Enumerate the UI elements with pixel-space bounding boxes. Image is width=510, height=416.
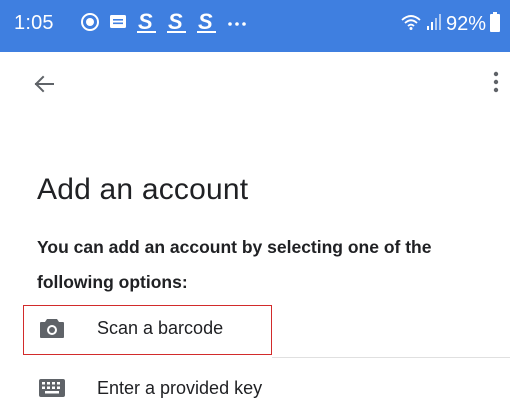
status-bar: 1:05 S S S 92%: [0, 0, 510, 52]
money-icon: S: [136, 9, 158, 39]
arrow-back-icon: [34, 74, 54, 99]
record-icon: [80, 12, 100, 37]
page-description: You can add an account by selecting one …: [37, 237, 432, 292]
enter-key-option[interactable]: Enter a provided key: [0, 366, 510, 416]
more-notifications-icon: [226, 12, 248, 37]
svg-text:S: S: [138, 10, 153, 34]
money-icon: S: [166, 9, 188, 39]
scan-barcode-label: Scan a barcode: [97, 318, 224, 338]
option-divider: [272, 357, 510, 358]
svg-text:S: S: [168, 10, 183, 34]
notification-icons: S S S: [80, 9, 248, 39]
enter-key-label: Enter a provided key: [97, 378, 263, 398]
app-bar: [0, 52, 510, 116]
scan-barcode-option[interactable]: Scan a barcode: [0, 306, 510, 356]
page-title: Add an account: [37, 173, 249, 206]
system-status: 92%: [400, 10, 500, 38]
keyboard-icon: [38, 376, 66, 400]
more-vert-icon: [493, 71, 499, 98]
overflow-menu-button[interactable]: [484, 66, 508, 102]
battery-icon: [490, 11, 500, 37]
battery-percentage: 92%: [445, 12, 486, 35]
back-button[interactable]: [26, 68, 62, 104]
money-icon: S: [196, 9, 218, 39]
status-time: 1:05: [14, 12, 54, 34]
signal-icon: [426, 12, 442, 37]
camera-icon: [38, 316, 66, 340]
message-icon: [108, 12, 128, 37]
svg-text:S: S: [198, 10, 213, 34]
wifi-icon: [400, 12, 422, 37]
